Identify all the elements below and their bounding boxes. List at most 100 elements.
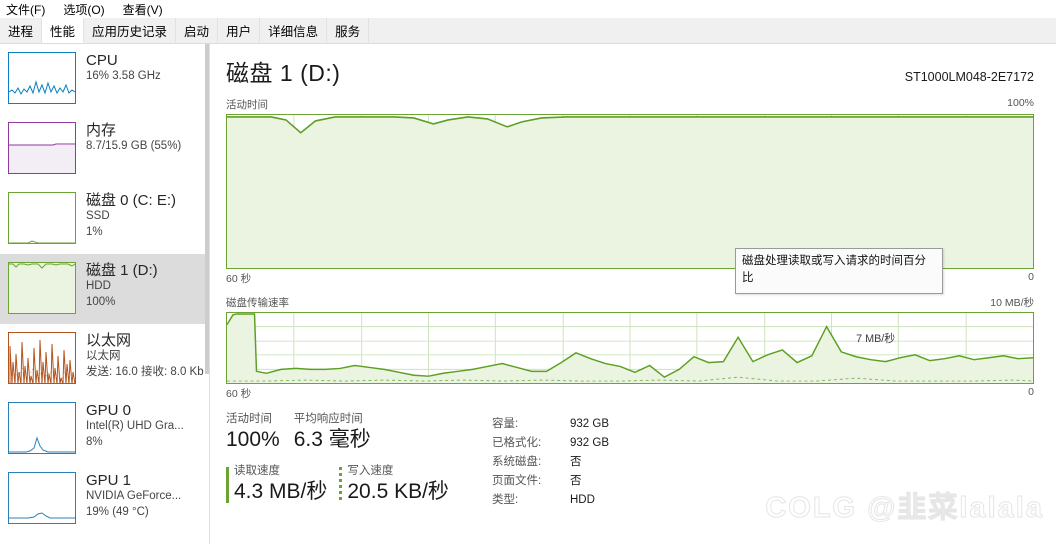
disk0-sub1: SSD bbox=[86, 210, 110, 223]
cpu-sub: 16% 3.58 GHz bbox=[86, 70, 161, 83]
disk0-title: 磁盘 0 (C: E:) bbox=[86, 192, 177, 209]
sidebar-item-gpu0[interactable]: GPU 0 Intel(R) UHD Gra... 8% bbox=[0, 394, 209, 464]
memory-sub: 8.7/15.9 GB (55%) bbox=[86, 140, 182, 153]
capacity-key: 容量: bbox=[492, 418, 519, 430]
graph1-time: 60 秒 bbox=[226, 273, 252, 285]
gpu0-sub1: Intel(R) UHD Gra... bbox=[86, 420, 184, 433]
write-speed-label: 写入速度 bbox=[347, 465, 394, 478]
cpu-thumbnail bbox=[8, 52, 76, 104]
gpu0-text: GPU 0 Intel(R) UHD Gra... 8% bbox=[86, 402, 184, 450]
gpu0-sub2: 8% bbox=[86, 435, 103, 448]
tab-processes[interactable]: 进程 bbox=[0, 18, 43, 43]
system-disk-value: 否 bbox=[570, 456, 582, 468]
menu-view[interactable]: 查看(V) bbox=[123, 1, 163, 18]
gpu1-sub2: 19% (49 °C) bbox=[86, 505, 149, 518]
avg-response-label: 平均响应时间 bbox=[293, 413, 363, 425]
ethernet-text: 以太网 以太网 发送: 16.0 接收: 8.0 Kb bbox=[86, 332, 204, 380]
system-disk-key: 系统磁盘: bbox=[492, 456, 542, 468]
type-value: HDD bbox=[570, 494, 595, 506]
system-disk-row: 系统磁盘: 否 bbox=[492, 453, 609, 472]
disk-model: ST1000LM048-2E7172 bbox=[904, 70, 1034, 84]
tab-app-history[interactable]: 应用历史记录 bbox=[84, 18, 177, 43]
graph1-min: 0 bbox=[1028, 271, 1034, 283]
gpu1-sub1: NVIDIA GeForce... bbox=[86, 490, 182, 503]
sidebar-scrollbar[interactable] bbox=[205, 44, 209, 544]
read-speed-value: 4.3 MB/秒 bbox=[234, 479, 328, 503]
graph2-time: 60 秒 bbox=[226, 388, 252, 400]
content-area: CPU 16% 3.58 GHz 内存 8.7/15.9 GB (55%) 磁盘… bbox=[0, 44, 1056, 544]
menu-file[interactable]: 文件(F) bbox=[6, 1, 45, 18]
cpu-title: CPU bbox=[86, 52, 118, 69]
menu-bar: 文件(F) 选项(O) 查看(V) bbox=[0, 0, 1056, 18]
graph2-top-labels: 磁盘传输速率 10 MB/秒 bbox=[226, 295, 1034, 310]
page-file-row: 页面文件: 否 bbox=[492, 472, 609, 491]
menu-options[interactable]: 选项(O) bbox=[63, 1, 104, 18]
page-file-key: 页面文件: bbox=[492, 475, 542, 487]
formatted-value: 932 GB bbox=[570, 437, 609, 449]
avg-response-value: 6.3 毫秒 bbox=[293, 427, 371, 451]
graph2-min: 0 bbox=[1028, 386, 1034, 398]
ethernet-thumbnail bbox=[8, 332, 76, 384]
capacity-row: 容量: 932 GB bbox=[492, 415, 609, 434]
active-time-value: 100% bbox=[226, 427, 280, 451]
tab-users[interactable]: 用户 bbox=[218, 18, 261, 43]
memory-text: 内存 8.7/15.9 GB (55%) bbox=[86, 122, 181, 155]
graph2-peak-label: 7 MB/秒 bbox=[856, 332, 895, 345]
tab-strip: 进程 性能 应用历史记录 启动 用户 详细信息 服务 bbox=[0, 18, 1056, 44]
sidebar-item-disk0[interactable]: 磁盘 0 (C: E:) SSD 1% bbox=[0, 184, 209, 254]
disk1-sub1: HDD bbox=[86, 280, 111, 293]
page-file-value: 否 bbox=[570, 475, 582, 487]
graph1-max: 100% bbox=[1007, 97, 1034, 109]
formatted-key: 已格式化: bbox=[492, 437, 542, 449]
type-row: 类型: HDD bbox=[492, 491, 609, 510]
ethernet-title: 以太网 bbox=[86, 332, 132, 349]
performance-detail-panel: 磁盘 1 (D:) ST1000LM048-2E7172 活动时间 100% 6… bbox=[210, 44, 1056, 544]
tab-services[interactable]: 服务 bbox=[327, 18, 370, 43]
page-title: 磁盘 1 (D:) bbox=[226, 60, 341, 86]
sidebar-item-gpu1[interactable]: GPU 1 NVIDIA GeForce... 19% (49 °C) bbox=[0, 464, 209, 534]
stats-left-column: 活动时间 100% 平均响应时间 6.3 毫秒 读取速度 4.3 MB/秒 写入… bbox=[226, 413, 476, 510]
disk0-sub2: 1% bbox=[86, 225, 103, 238]
panel-header: 磁盘 1 (D:) ST1000LM048-2E7172 bbox=[226, 54, 1034, 88]
disk1-thumbnail bbox=[8, 262, 76, 314]
memory-title: 内存 bbox=[86, 122, 117, 139]
stats-bottom-row: 读取速度 4.3 MB/秒 写入速度 20.5 KB/秒 bbox=[226, 465, 476, 505]
tab-startup[interactable]: 启动 bbox=[176, 18, 219, 43]
stats-right-column: 容量: 932 GB 已格式化: 932 GB 系统磁盘: 否 页面文件: 否 bbox=[492, 413, 609, 510]
gpu1-title: GPU 1 bbox=[86, 472, 132, 489]
graph1-top-labels: 活动时间 100% bbox=[226, 97, 1034, 112]
tab-performance[interactable]: 性能 bbox=[42, 18, 85, 43]
cpu-text: CPU 16% 3.58 GHz bbox=[86, 52, 161, 85]
performance-sidebar[interactable]: CPU 16% 3.58 GHz 内存 8.7/15.9 GB (55%) 磁盘… bbox=[0, 44, 210, 544]
sidebar-item-disk1[interactable]: 磁盘 1 (D:) HDD 100% bbox=[0, 254, 209, 324]
disk0-text: 磁盘 0 (C: E:) SSD 1% bbox=[86, 192, 176, 240]
ethernet-sub1: 以太网 bbox=[86, 350, 121, 363]
graph1-label: 活动时间 bbox=[226, 99, 268, 111]
gpu0-thumbnail bbox=[8, 402, 76, 454]
disk1-title: 磁盘 1 (D:) bbox=[86, 262, 158, 279]
gpu0-title: GPU 0 bbox=[86, 402, 132, 419]
disk0-thumbnail bbox=[8, 192, 76, 244]
sidebar-item-memory[interactable]: 内存 8.7/15.9 GB (55%) bbox=[0, 114, 209, 184]
graph2-bottom-labels: 60 秒 0 bbox=[226, 386, 1034, 401]
stats-area: 活动时间 100% 平均响应时间 6.3 毫秒 读取速度 4.3 MB/秒 写入… bbox=[226, 413, 1034, 510]
graph-tooltip: 磁盘处理读取或写入请求的时间百分比 bbox=[735, 248, 943, 294]
disk1-text: 磁盘 1 (D:) HDD 100% bbox=[86, 262, 158, 310]
stats-top-row: 活动时间 100% 平均响应时间 6.3 毫秒 bbox=[226, 413, 476, 453]
type-key: 类型: bbox=[492, 494, 519, 506]
memory-thumbnail bbox=[8, 122, 76, 174]
task-manager-window: 文件(F) 选项(O) 查看(V) 进程 性能 应用历史记录 启动 用户 详细信… bbox=[0, 0, 1056, 544]
active-time-label: 活动时间 bbox=[226, 413, 272, 425]
tab-details[interactable]: 详细信息 bbox=[260, 18, 328, 43]
active-time-graph bbox=[226, 114, 1034, 269]
transfer-rate-graph: 7 MB/秒 bbox=[226, 312, 1034, 384]
sidebar-item-cpu[interactable]: CPU 16% 3.58 GHz bbox=[0, 44, 209, 114]
ethernet-sub2: 发送: 16.0 接收: 8.0 Kb bbox=[86, 365, 204, 378]
gpu1-thumbnail bbox=[8, 472, 76, 524]
write-speed-stat: 写入速度 20.5 KB/秒 bbox=[339, 465, 449, 505]
gpu1-text: GPU 1 NVIDIA GeForce... 19% (49 °C) bbox=[86, 472, 181, 520]
avg-response-stat: 平均响应时间 6.3 毫秒 bbox=[294, 413, 371, 453]
capacity-value: 932 GB bbox=[570, 418, 609, 430]
sidebar-item-ethernet[interactable]: 以太网 以太网 发送: 16.0 接收: 8.0 Kb bbox=[0, 324, 209, 394]
active-time-stat: 活动时间 100% bbox=[226, 413, 280, 453]
